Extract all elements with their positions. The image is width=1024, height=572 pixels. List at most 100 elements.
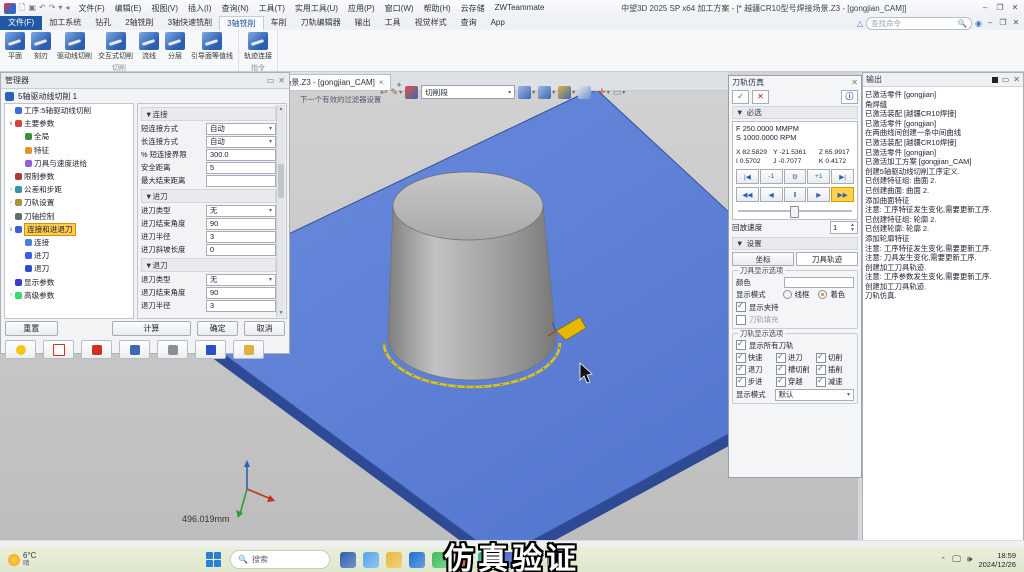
section-header-退刀[interactable]: ▼ 退刀 (141, 258, 276, 272)
ribbon-tab-3轴铣削[interactable]: 3轴铣削 (219, 16, 263, 30)
redo-icon[interactable]: ↷ (49, 3, 56, 13)
cloud-icon[interactable]: △ (857, 19, 863, 28)
tree-item-特征[interactable]: 特征 (5, 144, 133, 157)
cancel-button[interactable]: 取消 (244, 321, 285, 336)
tree-item-全局[interactable]: 全局 (5, 130, 133, 143)
compass-icon[interactable]: ✛ (598, 87, 606, 98)
path-check-退刀[interactable]: 退刀 (736, 365, 774, 376)
ribbon-tool-驱动线切削[interactable]: 驱动线切削 (56, 31, 93, 62)
scroll-down-icon[interactable]: ▼ (277, 309, 285, 317)
section-header-连接[interactable]: ▼ 连接 (141, 107, 276, 121)
tree-expand-icon[interactable]: › (7, 200, 15, 206)
sim-close-icon[interactable]: ✕ (851, 78, 858, 87)
wireframe-radio[interactable] (783, 290, 792, 299)
collapse-icon[interactable]: ◂ (65, 3, 69, 13)
command-search-input[interactable]: 查找命令 🔍 (866, 17, 972, 30)
安全距离-input[interactable]: 5 (206, 162, 276, 174)
pause-button[interactable]: Ⅱ (784, 187, 807, 202)
ribbon-tab-车削[interactable]: 车削 (264, 16, 294, 30)
menu-item-实用工具(U)[interactable]: 实用工具(U) (290, 3, 343, 14)
ribbon-tab-视觉样式[interactable]: 视觉样式 (408, 16, 454, 30)
layout-icon[interactable]: ▭ (613, 87, 622, 98)
sim-options-button[interactable]: ⚙ (784, 169, 807, 184)
panel-dock-icon[interactable]: ▭ (1002, 75, 1010, 84)
ribbon-tool-刻刃[interactable]: 刻刃 (30, 31, 52, 62)
ribbon-tab-3轴快速铣削[interactable]: 3轴快速铣削 (161, 16, 219, 30)
customize-qat-icon[interactable]: ▾ (58, 3, 62, 13)
穿越-checkbox[interactable] (776, 377, 786, 387)
stop-icon[interactable] (992, 77, 998, 83)
minimize-button[interactable]: – (978, 2, 992, 14)
ribbon-tab-App[interactable]: App (484, 16, 512, 30)
ribbon-tool-平面[interactable]: 平面 (4, 31, 26, 62)
params-scrollbar[interactable]: ▲ ▼ (276, 105, 285, 317)
menu-item-应用(P)[interactable]: 应用(P) (343, 3, 380, 14)
go-start-button[interactable]: |◀ (736, 169, 759, 184)
ribbon-tool-交互式切削[interactable]: 交互式切削 (97, 31, 134, 62)
show-holder-checkbox[interactable] (736, 302, 746, 312)
tree-item-公差和步距[interactable]: ›公差和步距 (5, 183, 133, 196)
切削-checkbox[interactable] (816, 353, 826, 363)
ribbon-tool-流线[interactable]: 流线 (138, 31, 160, 62)
tree-item-主要参数[interactable]: ∨主要参数 (5, 117, 133, 130)
collapse-arrow-icon[interactable]: ▼ (736, 108, 744, 117)
tree-item-刀轴控制[interactable]: 刀轴控制 (5, 210, 133, 223)
button-calculate-icon[interactable] (119, 340, 150, 359)
path-check-步进[interactable]: 步进 (736, 377, 774, 388)
toolpath-fill-checkbox[interactable] (736, 315, 746, 325)
退刀类型-dropdown[interactable]: 无▾ (206, 274, 276, 286)
ribbon-tab-输出[interactable]: 输出 (348, 16, 378, 30)
button-tool-icon[interactable] (157, 340, 188, 359)
path-check-插削[interactable]: 插削 (816, 365, 854, 376)
button-lightbulb-icon[interactable] (5, 340, 36, 359)
ribbon-tab-刀轨编辑器[interactable]: 刀轨编辑器 (294, 16, 348, 30)
tree-item-连接和进退刀[interactable]: ∨连接和进退刀 (5, 223, 133, 236)
new-file-icon[interactable]: 🗋 (19, 3, 25, 13)
calculate-button[interactable]: 计算 (112, 321, 192, 336)
menu-item-视图(V)[interactable]: 视图(V) (146, 3, 183, 14)
panel-close-icon[interactable]: ✕ (278, 76, 285, 85)
zoom-icon[interactable] (578, 86, 591, 99)
playback-speed-spinner[interactable]: 1 ▲▼ (830, 221, 858, 234)
ribbon-tool-分层[interactable]: 分层 (164, 31, 186, 62)
ribbon-tab-钻孔[interactable]: 钻孔 (88, 16, 118, 30)
close-button[interactable]: ✕ (1008, 2, 1022, 14)
restore-button[interactable]: ❐ (993, 2, 1007, 14)
menu-item-帮助(H)[interactable]: 帮助(H) (419, 3, 456, 14)
path-check-切削[interactable]: 切削 (816, 353, 854, 364)
button-library-icon[interactable] (233, 340, 264, 359)
play-button[interactable]: ▶ (807, 187, 830, 202)
menu-item-编辑(E)[interactable]: 编辑(E) (110, 3, 147, 14)
ok-button[interactable]: 确定 (197, 321, 238, 336)
tree-item-进刀[interactable]: 进刀 (5, 249, 133, 262)
menu-item-插入(I)[interactable]: 插入(I) (183, 3, 217, 14)
path-check-进刀[interactable]: 进刀 (776, 353, 814, 364)
reset-button[interactable]: 重置 (5, 321, 58, 336)
doc-minimize-button[interactable]: – (985, 17, 995, 29)
ribbon-tool-引导面等值线[interactable]: 引导面等值线 (190, 31, 234, 62)
view-shaded-icon[interactable] (518, 86, 531, 99)
ribbon-tool-轨迹连接[interactable]: 轨迹连接 (243, 31, 273, 62)
sim-info-button[interactable]: ⓘ (841, 90, 858, 104)
槽切削-checkbox[interactable] (776, 365, 786, 375)
进刀类型-dropdown[interactable]: 无▾ (206, 205, 276, 217)
tree-item-显示参数[interactable]: 显示参数 (5, 275, 133, 288)
panel-dock-icon[interactable]: ▭ (267, 76, 275, 85)
tree-expand-icon[interactable]: › (7, 292, 15, 298)
sim-cancel-button[interactable]: ✕ (752, 90, 769, 104)
tree-item-高级参数[interactable]: ›高级参数 (5, 289, 133, 302)
button-edit-icon[interactable] (43, 340, 74, 359)
menu-item-查询(N)[interactable]: 查询(N) (217, 3, 254, 14)
tree-item-刀轨设置[interactable]: ›刀轨设置 (5, 196, 133, 209)
menu-item-窗口(W)[interactable]: 窗口(W) (380, 3, 419, 14)
tree-expand-icon[interactable]: ∨ (7, 120, 15, 127)
减速-checkbox[interactable] (816, 377, 826, 387)
menu-item-文件(F)[interactable]: 文件(F) (73, 3, 109, 14)
show-all-paths-checkbox[interactable] (736, 340, 746, 350)
coordinate-tab-button[interactable]: 坐标 (732, 252, 794, 266)
% 短连接界限-input[interactable]: 300.0 (206, 149, 276, 161)
shaded-radio[interactable] (818, 290, 827, 299)
ribbon-tab-加工系统[interactable]: 加工系统 (42, 16, 88, 30)
doc-close-button[interactable]: ✕ (1011, 17, 1021, 29)
collapse-arrow-icon[interactable]: ▼ (736, 239, 744, 248)
